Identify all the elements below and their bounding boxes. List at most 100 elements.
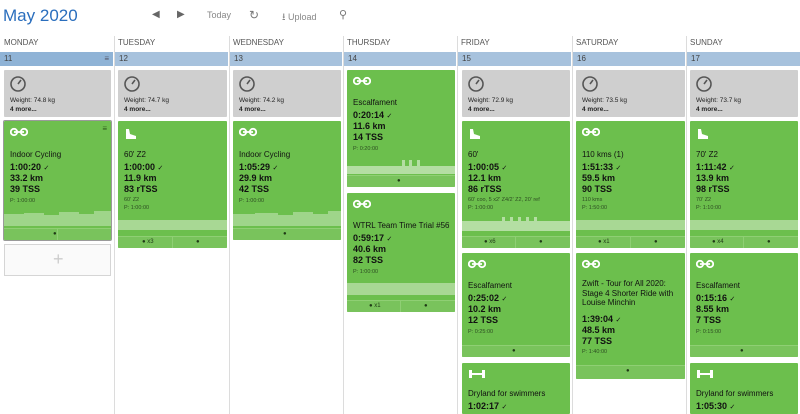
workout-card[interactable]: 60' 1:00:05 ✓ 12.1 km 86 rTSS 60' coo, 5… (462, 121, 570, 248)
card-footer: ● (4, 228, 111, 240)
bike-icon (353, 76, 371, 86)
comment-icon[interactable]: ● (196, 239, 200, 245)
next-week-icon[interactable]: ▶ (177, 9, 185, 20)
comment-icon[interactable]: ● (539, 239, 543, 245)
workout-distance: 12.1 km (468, 173, 502, 183)
workout-card[interactable]: Escalfament 0:20:14 ✓ 11.6 km 14 TSS P: … (347, 70, 455, 187)
prev-week-icon[interactable]: ◀ (152, 9, 160, 20)
metrics-card-monday[interactable]: Weight: 74.8 kg 4 more... (4, 70, 111, 117)
scale-icon (468, 76, 484, 92)
workout-title: 60' Z2 (124, 150, 146, 159)
bike-icon (696, 259, 714, 269)
day-name-sunday: SUNDAY (690, 38, 723, 47)
workout-duration: 1:00:00 ✓ (124, 162, 164, 172)
workout-load: 14 TSS (353, 132, 384, 142)
workout-card[interactable]: Indoor Cycling 1:05:29 ✓ 29.9 km 42 TSS … (233, 121, 341, 240)
workout-card[interactable]: 70' Z2 1:11:42 ✓ 13.9 km 98 rTSS 70' Z2 … (690, 121, 798, 248)
day-name-thursday: THURSDAY (347, 38, 391, 47)
card-menu-icon[interactable]: ≡ (102, 124, 107, 133)
more-metrics-link[interactable]: 4 more... (696, 106, 723, 113)
date-bar-12[interactable]: 12 (115, 52, 228, 66)
kettlebell-icon[interactable]: ● x6 (484, 239, 496, 245)
refresh-icon[interactable]: ↻ (249, 8, 259, 22)
planned-duration: P: 1:40:00 (582, 349, 608, 355)
workout-card[interactable]: Escalfament 0:25:02 ✓ 10.2 km 12 TSS P: … (462, 253, 570, 357)
date-bar-15[interactable]: 15 (458, 52, 571, 66)
workout-duration: 1:05:29 ✓ (239, 162, 279, 172)
more-metrics-link[interactable]: 4 more... (239, 106, 266, 113)
comment-icon[interactable]: ● (424, 303, 428, 309)
comment-icon[interactable]: ● (740, 348, 744, 354)
search-icon[interactable]: ⚲ (339, 8, 347, 21)
card-footer: ● (347, 175, 455, 187)
column-divider (229, 36, 230, 414)
weight-value: Weight: 73.5 kg (582, 97, 628, 104)
equipment-count: x4 (717, 239, 724, 245)
workout-load: 42 TSS (239, 184, 270, 194)
more-metrics-link[interactable]: 4 more... (582, 106, 609, 113)
today-button[interactable]: Today (207, 10, 231, 20)
comment-icon[interactable]: ● (397, 178, 401, 184)
workout-card[interactable]: WTRL Team Time Trial #56 0:59:17 ✓ 40.6 … (347, 193, 455, 312)
scale-icon (239, 76, 255, 92)
bike-icon (239, 127, 257, 137)
date-bar-16[interactable]: 16 (573, 52, 685, 66)
workout-distance: 33.2 km (10, 173, 44, 183)
workout-load: 98 rTSS (696, 184, 730, 194)
workout-title: Dryland for swimmers (468, 389, 546, 398)
workout-card[interactable]: ≡ Indoor Cycling 1:00:20 ✓ 33.2 km 39 TS… (3, 120, 112, 241)
menu-icon[interactable]: ≡ (104, 52, 109, 66)
workout-profile-chart (233, 211, 341, 226)
metrics-card-sunday[interactable]: Weight: 73.7 kg 4 more... (690, 70, 798, 117)
metrics-card-tuesday[interactable]: Weight: 74.7 kg 4 more... (118, 70, 227, 117)
day-name-tuesday: TUESDAY (118, 38, 156, 47)
workout-card[interactable]: Escalfament 0:15:16 ✓ 8.55 km 7 TSS P: 0… (690, 253, 798, 357)
date-bar-14[interactable]: 14 (344, 52, 456, 66)
comment-icon[interactable]: ● (626, 368, 630, 374)
upload-button[interactable]: ⭳ Upload (282, 10, 317, 27)
date-bar-13[interactable]: 13 (230, 52, 342, 66)
workout-card[interactable]: Dryland for swimmers 1:05:30 ✓ (690, 363, 798, 414)
workout-load: 7 TSS (696, 315, 722, 325)
date-bar-11[interactable]: 11 ≡ (0, 52, 113, 66)
more-metrics-link[interactable]: 4 more... (468, 106, 495, 113)
comment-icon[interactable]: ● (654, 239, 658, 245)
card-footer: ● x6 ● (462, 236, 570, 248)
workout-card[interactable]: 110 kms (1) 1:51:33 ✓ 59.5 km 90 TSS 110… (576, 121, 685, 248)
metrics-card-friday[interactable]: Weight: 72.9 kg 4 more... (462, 70, 570, 117)
more-metrics-link[interactable]: 4 more... (10, 106, 37, 113)
date-number: 15 (462, 54, 471, 63)
add-workout-button[interactable]: + (4, 244, 111, 276)
metrics-card-saturday[interactable]: Weight: 73.5 kg 4 more... (576, 70, 685, 117)
workout-card[interactable]: Zwift - Tour for All 2020: Stage 4 Short… (576, 253, 685, 379)
kettlebell-icon[interactable]: ● x1 (369, 303, 381, 309)
workout-description: 60' coo, 5 x2' Z4/2' Z2, 20' ref (468, 197, 540, 203)
kettlebell-icon[interactable]: ● x3 (142, 239, 154, 245)
more-metrics-link[interactable]: 4 more... (124, 106, 151, 113)
day-name-friday: FRIDAY (461, 38, 490, 47)
workout-card[interactable]: 60' Z2 1:00:00 ✓ 11.9 km 83 rTSS 60' Z2 … (118, 121, 227, 248)
workout-load: 86 rTSS (468, 184, 502, 194)
comment-icon[interactable]: ● (767, 239, 771, 245)
metrics-card-wednesday[interactable]: Weight: 74.2 kg 4 more... (233, 70, 341, 117)
comment-icon[interactable]: ● (283, 231, 287, 237)
workout-distance: 13.9 km (696, 173, 730, 183)
date-bar-17[interactable]: 17 (687, 52, 800, 66)
kettlebell-icon[interactable]: ● x4 (712, 239, 724, 245)
completed-check-icon: ✓ (386, 236, 393, 243)
completed-check-icon: ✓ (272, 165, 279, 172)
card-footer: ● x4 ● (690, 236, 798, 248)
workout-duration: 1:02:17 ✓ (468, 401, 508, 411)
comment-icon[interactable]: ● (53, 231, 57, 237)
workout-profile-chart (576, 220, 685, 230)
column-divider (686, 36, 687, 414)
workout-card[interactable]: Dryland for swimmers 1:02:17 ✓ (462, 363, 570, 414)
planned-duration: P: 1:00:00 (124, 205, 150, 211)
card-footer: ● x3 ● (118, 236, 227, 248)
upload-icon: ⭳ (282, 12, 286, 23)
kettlebell-icon[interactable]: ● x1 (598, 239, 610, 245)
equipment-count: x6 (489, 239, 496, 245)
planned-duration: P: 0:15:00 (696, 329, 722, 335)
comment-icon[interactable]: ● (512, 348, 516, 354)
shoe-icon (126, 129, 136, 139)
